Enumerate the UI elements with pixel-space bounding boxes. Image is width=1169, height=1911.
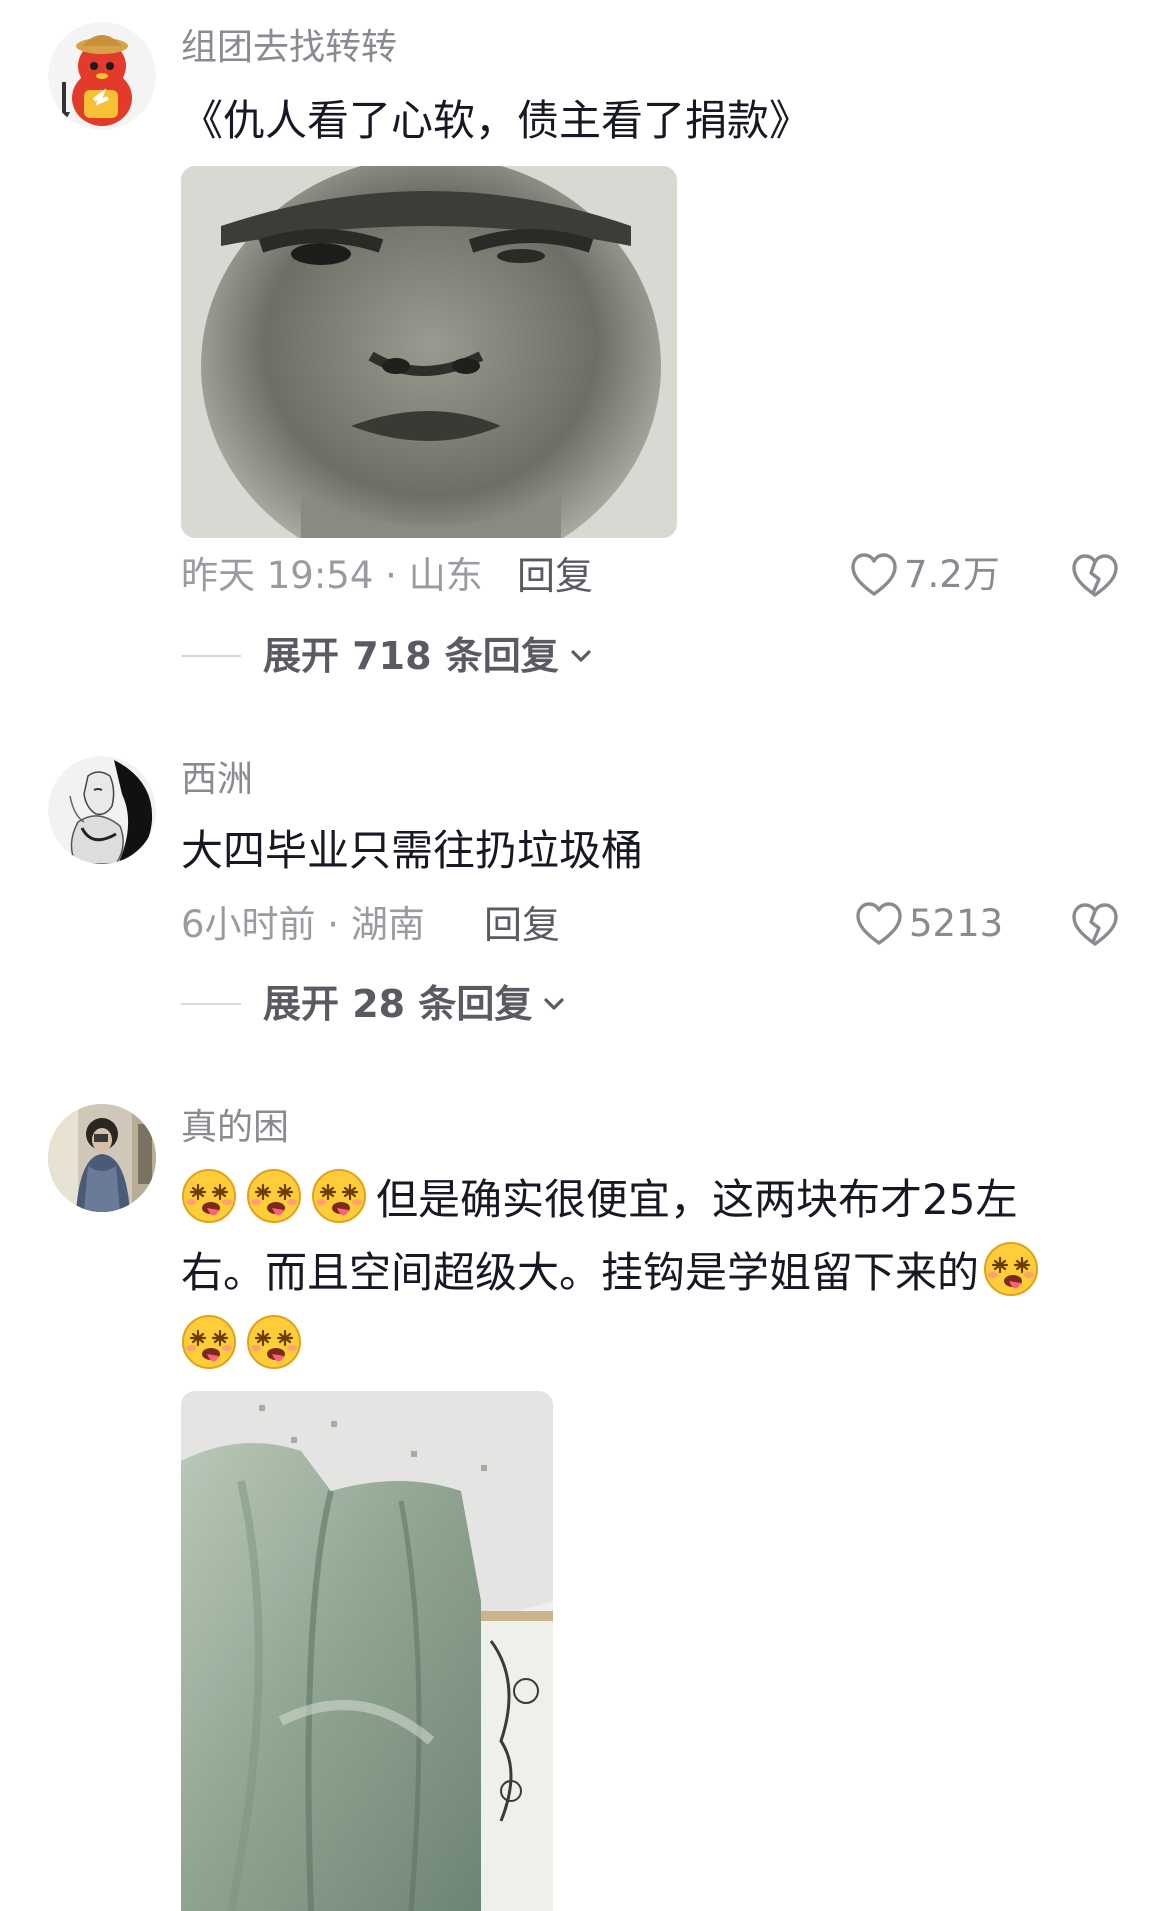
comment-image[interactable] xyxy=(181,1391,553,1911)
dizzy-tongue-emoji xyxy=(246,1314,302,1370)
comment-3: 真的困 但是确实很便宜，这两块布才25左 右。而且空间超级大。挂钩是学姐留下来的 xyxy=(0,0,1169,1911)
comment-text-line-2: 右。而且空间超级大。挂钩是学姐留下来的 xyxy=(181,1236,1101,1309)
dizzy-tongue-emoji xyxy=(181,1314,237,1370)
dorm-curtain-photo xyxy=(181,1391,553,1911)
dizzy-tongue-emoji xyxy=(181,1168,237,1224)
username[interactable]: 真的困 xyxy=(181,1106,289,1150)
comment-text-segment: 右。而且空间超级大。挂钩是学姐留下来的 xyxy=(181,1248,980,1297)
avatar[interactable] xyxy=(48,1104,156,1212)
dizzy-tongue-emoji xyxy=(246,1168,302,1224)
dizzy-tongue-emoji xyxy=(983,1241,1039,1297)
person-photo-icon xyxy=(48,1104,156,1212)
comment-text: 但是确实很便宜，这两块布才25左 右。而且空间超级大。挂钩是学姐留下来的 xyxy=(181,1163,1101,1382)
comment-text-line-3 xyxy=(181,1309,1101,1382)
dizzy-tongue-emoji xyxy=(311,1168,367,1224)
comment-text-line-1: 但是确实很便宜，这两块布才25左 xyxy=(181,1163,1101,1236)
comment-text-segment: 但是确实很便宜，这两块布才25左 xyxy=(376,1175,1018,1224)
